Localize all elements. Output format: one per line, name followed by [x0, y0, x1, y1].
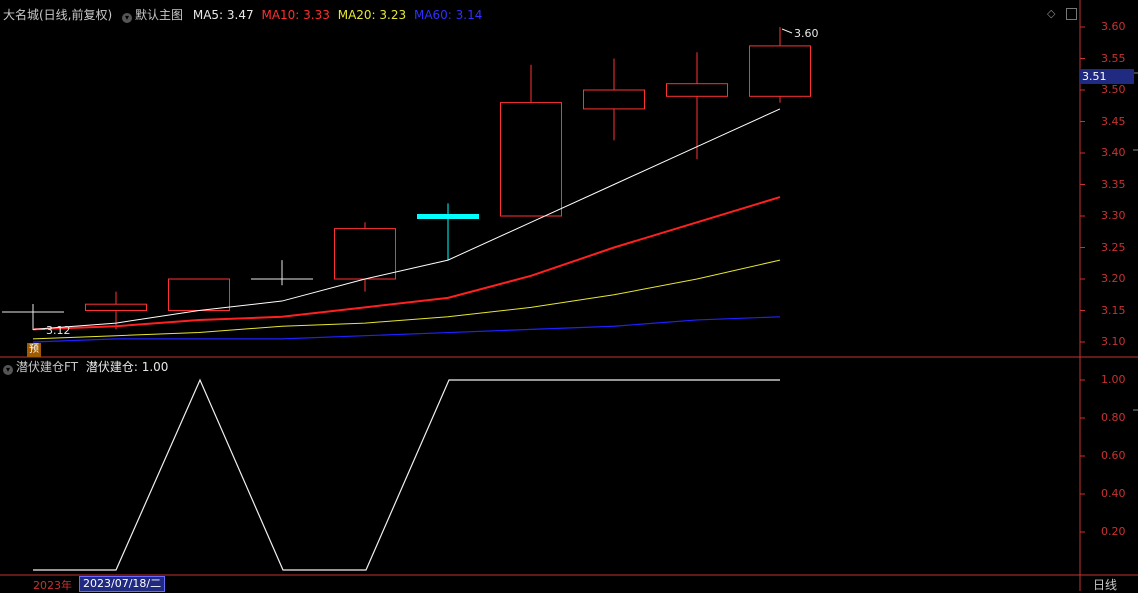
- template-dropdown-icon[interactable]: ▾: [122, 13, 133, 23]
- price-tick-label: 3.20: [1101, 272, 1126, 285]
- price-tick-label: 3.30: [1101, 209, 1126, 222]
- price-tick-label: 3.15: [1101, 303, 1126, 317]
- high-marker-arrow: [781, 28, 793, 34]
- ma60-line: [32, 316, 781, 343]
- template-label[interactable]: 默认主图: [135, 8, 183, 22]
- price-tick-label: 3.45: [1101, 114, 1126, 128]
- indicator-tick-label: 0.80: [1101, 411, 1126, 424]
- indicator-tick-label: 1.00: [1101, 373, 1126, 386]
- main-chart-header: 大名城(日线,前复权) ▾ 默认主图 MA5: 3.47 MA10: 3.33 M…: [3, 8, 482, 23]
- indicator-header: ▾ 潜伏建仓FT 潜伏建仓: 1.00: [3, 360, 168, 375]
- candle-body: [749, 45, 811, 97]
- ma20-label: MA20: 3.23: [337, 8, 407, 22]
- high-price-label: 3.60: [794, 27, 819, 40]
- price-tick-label: 3.55: [1101, 51, 1126, 65]
- stock-title: 大名城(日线,前复权): [3, 8, 113, 22]
- candle-body: [666, 83, 728, 97]
- candle-body: [417, 214, 479, 219]
- price-tick-label: 3.25: [1101, 240, 1126, 254]
- low-price-label: 3.12: [46, 324, 71, 337]
- indicator-value: 潜伏建仓: 1.00: [85, 360, 169, 374]
- period-label[interactable]: 日线: [1093, 576, 1117, 593]
- indicator-line: [33, 378, 780, 571]
- indicator-tick-label: 0.20: [1101, 525, 1126, 538]
- candle-body: [334, 228, 396, 280]
- ma20-line: [32, 259, 781, 340]
- ma10-label: MA10: 3.33: [261, 8, 330, 22]
- candle-body: [168, 278, 230, 311]
- current-price-box: 3.51: [1080, 69, 1134, 84]
- indicator-tick-label: 0.60: [1101, 449, 1126, 462]
- candle-body: [583, 89, 645, 110]
- window-toggle-icon[interactable]: [1066, 8, 1077, 20]
- price-tick-label: 3.35: [1101, 177, 1126, 191]
- ma60-label: MA60: 3.14: [413, 8, 483, 22]
- indicator-name[interactable]: 潜伏建仓FT: [16, 360, 78, 374]
- candle-body: [251, 278, 313, 280]
- candle-body: [500, 102, 562, 217]
- indicator-dropdown-icon[interactable]: ▾: [3, 365, 13, 375]
- price-tick-label: 3.10: [1101, 335, 1126, 348]
- ma5-label: MA5: 3.47: [192, 8, 254, 22]
- price-tick-label: 3.60: [1101, 20, 1126, 33]
- diamond-icon[interactable]: ◇: [1047, 7, 1055, 20]
- price-tick-label: 3.40: [1101, 146, 1126, 159]
- cursor-date: 2023/07/18/二: [79, 576, 166, 592]
- ma5-line: [32, 108, 781, 330]
- candle-body: [85, 303, 147, 312]
- indicator-tick-label: 0.40: [1101, 487, 1126, 500]
- pre-badge: 预: [27, 343, 41, 357]
- ma10-line: [32, 196, 781, 331]
- stock-chart[interactable]: [0, 0, 1138, 591]
- price-tick-label: 3.50: [1101, 83, 1126, 96]
